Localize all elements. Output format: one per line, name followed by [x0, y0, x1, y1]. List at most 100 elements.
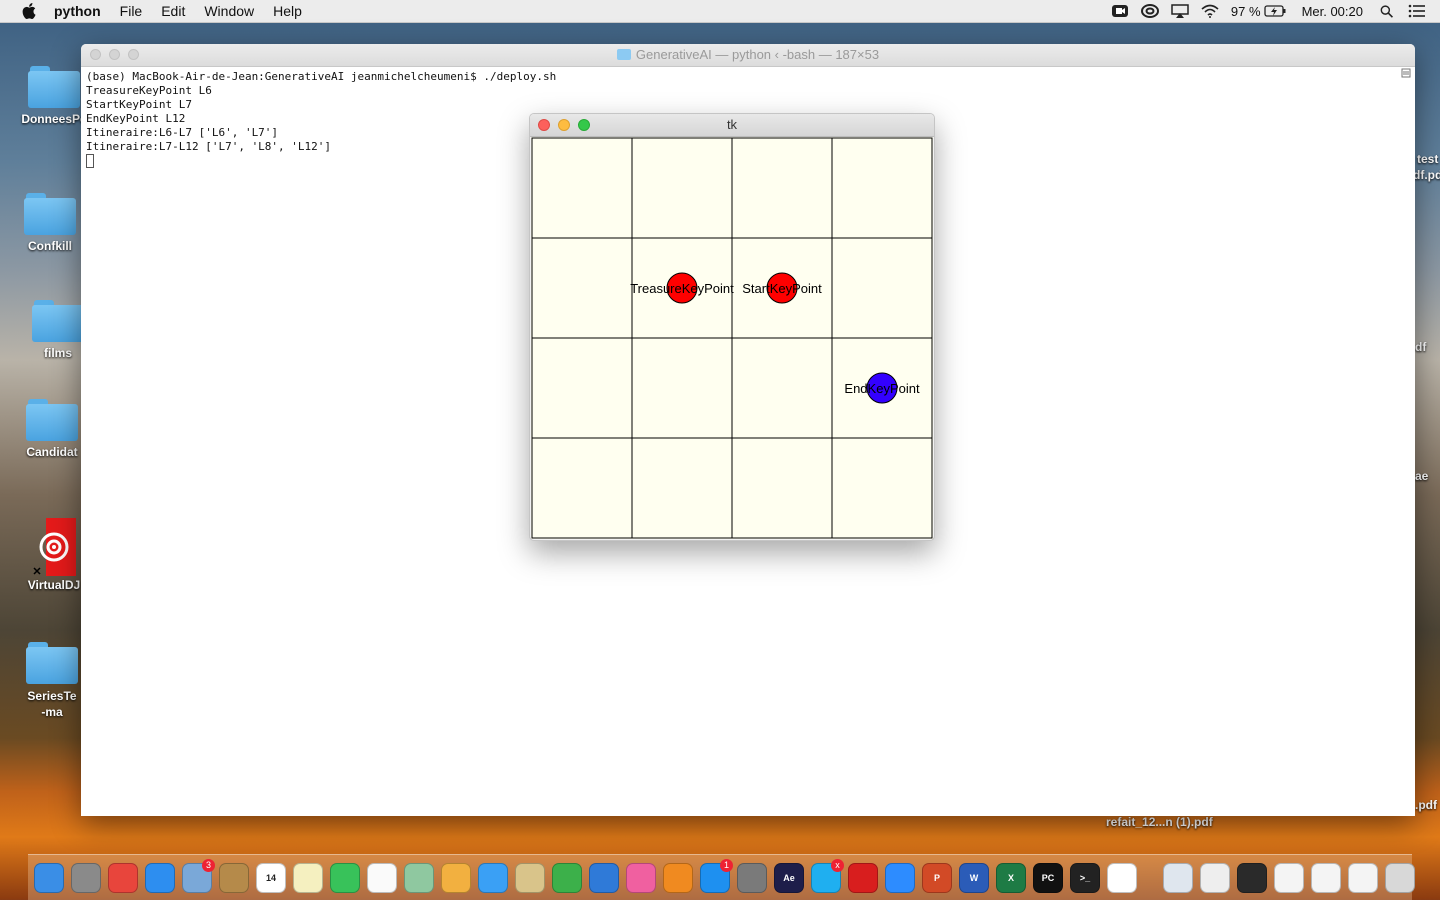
- dock-icon-glyph: X: [1007, 872, 1014, 883]
- desktop-folder-confkill[interactable]: Confkill: [10, 193, 90, 253]
- desktop-file-label[interactable]: refait_12...n (1).pdf: [1106, 815, 1213, 829]
- virtualdj-icon: [33, 518, 76, 576]
- preview-icon[interactable]: 3: [182, 858, 215, 893]
- zoom-button[interactable]: [128, 49, 139, 60]
- keypoint-label: StartKeyPoint: [742, 281, 822, 296]
- menu-bar: python File Edit Window Help 97 % Mer. 0…: [0, 0, 1440, 23]
- stickies-icon[interactable]: [293, 862, 323, 893]
- desktop-icon-label-line2: -ma: [41, 705, 63, 719]
- excel-icon[interactable]: X: [996, 862, 1026, 893]
- desktop-icon-label: VirtualDJ: [27, 578, 81, 592]
- folder-icon: [28, 66, 80, 108]
- chrome-icon[interactable]: [108, 862, 138, 893]
- zoom-icon[interactable]: [885, 862, 915, 893]
- menu-edit[interactable]: Edit: [161, 0, 185, 22]
- finder-icon[interactable]: [34, 862, 64, 893]
- window-thumb-1-icon[interactable]: [1163, 862, 1193, 893]
- terminal-cursor: [86, 154, 94, 168]
- keynote-icon[interactable]: [589, 862, 619, 893]
- menu-window[interactable]: Window: [204, 0, 254, 22]
- terminal-icon[interactable]: >_: [1070, 862, 1100, 893]
- app-menu-python[interactable]: python: [54, 0, 101, 22]
- desktop-folder-serieste[interactable]: SeriesTe -ma: [12, 642, 92, 720]
- notification-badge: 1: [720, 858, 733, 872]
- desktop-icon-label: films: [43, 346, 72, 360]
- folder-icon: [26, 642, 78, 684]
- safari-icon[interactable]: [145, 862, 175, 893]
- desktop-icon-label: Candidat: [26, 445, 78, 459]
- airplay-icon[interactable]: [1171, 4, 1189, 18]
- books-icon[interactable]: [663, 862, 693, 893]
- window-controls: [90, 49, 147, 60]
- dock: 3 14 1 Ae x P W X PC >_: [28, 854, 1415, 900]
- window-thumb-6-icon[interactable]: [1348, 862, 1378, 893]
- zoom-button[interactable]: [578, 119, 590, 131]
- acrobat-icon[interactable]: [848, 862, 878, 893]
- menu-help[interactable]: Help: [273, 0, 302, 22]
- document-icon[interactable]: [1107, 862, 1137, 893]
- itunes-icon[interactable]: [626, 862, 656, 893]
- powerpoint-icon[interactable]: P: [922, 862, 952, 893]
- messages-icon[interactable]: [478, 862, 508, 893]
- grid-canvas[interactable]: TreasureKeyPoint StartKeyPoint EndKeyPoint: [531, 137, 933, 539]
- desktop-label-fragment[interactable]: test: [1417, 152, 1438, 166]
- word-icon[interactable]: W: [959, 862, 989, 893]
- apple-menu-icon[interactable]: [22, 3, 36, 19]
- video-recorder-icon[interactable]: [1111, 4, 1129, 18]
- maps-icon[interactable]: [404, 862, 434, 893]
- battery-percentage[interactable]: 97 %: [1231, 4, 1261, 19]
- close-button[interactable]: [538, 119, 550, 131]
- battery-charging-icon[interactable]: [1263, 4, 1286, 18]
- close-button[interactable]: [90, 49, 101, 60]
- window-thumb-2-icon[interactable]: [1200, 862, 1230, 893]
- calendar-icon[interactable]: 14: [256, 862, 286, 893]
- keypoint-label: EndKeyPoint: [844, 381, 920, 396]
- spotlight-search-icon[interactable]: [1380, 4, 1396, 18]
- window-thumb-4-icon[interactable]: [1274, 862, 1304, 893]
- window-thumb-3-icon[interactable]: [1237, 862, 1267, 893]
- numbers-icon[interactable]: [552, 862, 582, 893]
- terminal-titlebar[interactable]: GenerativeAI — python ‹ -bash — 187×53: [81, 44, 1415, 67]
- aftereffects-icon[interactable]: Ae: [774, 862, 804, 893]
- appstore-icon[interactable]: 1: [700, 858, 733, 893]
- reminders-icon[interactable]: [367, 862, 397, 893]
- facetime-icon[interactable]: [330, 862, 360, 893]
- creative-cloud-icon[interactable]: [1140, 4, 1159, 18]
- skype-icon[interactable]: x: [811, 858, 844, 893]
- pycharm-icon[interactable]: PC: [1033, 862, 1063, 893]
- desktop-folder-candidat[interactable]: Candidat: [12, 399, 92, 459]
- desktop-label-fragment[interactable]: df.pd: [1413, 168, 1440, 182]
- desktop-label-fragment[interactable]: ae: [1415, 469, 1428, 483]
- wifi-icon[interactable]: [1201, 4, 1219, 18]
- dock-icon-glyph: Ae: [783, 872, 795, 883]
- dock-icon-glyph: 14: [265, 872, 276, 883]
- minimize-button[interactable]: [558, 119, 570, 131]
- dock-icon-glyph: P: [933, 872, 940, 883]
- folder-icon: [616, 49, 631, 60]
- trash-icon[interactable]: [1385, 862, 1415, 893]
- window-controls: [538, 119, 598, 131]
- status-menus: 97 % Mer. 00:20: [1111, 0, 1440, 22]
- notes-brown-icon[interactable]: [219, 862, 249, 893]
- menu-clock[interactable]: Mer. 00:20: [1302, 4, 1363, 19]
- scripteditor-icon[interactable]: [515, 862, 545, 893]
- terminal-line: (base) MacBook-Air-de-Jean:GenerativeAI …: [86, 70, 557, 83]
- folder-icon: [32, 300, 84, 342]
- desktop-label-fragment[interactable]: .pdf: [1415, 798, 1437, 812]
- tk-window[interactable]: tk TreasureKeyPoint StartKeyPoint EndKeyPo…: [529, 113, 935, 541]
- photos-icon[interactable]: [441, 862, 471, 893]
- tk-titlebar[interactable]: tk: [530, 114, 934, 137]
- desktop-label-fragment[interactable]: df: [1415, 340, 1426, 354]
- scroll-indicator-icon[interactable]: [1401, 68, 1411, 78]
- systemprefs-icon[interactable]: [737, 862, 767, 893]
- minimize-button[interactable]: [109, 49, 120, 60]
- dock-icon-glyph: >_: [1079, 872, 1091, 883]
- menu-file[interactable]: File: [120, 0, 143, 22]
- desktop-icon-label: SeriesTe: [27, 689, 77, 703]
- window-thumb-5-icon[interactable]: [1311, 862, 1341, 893]
- notification-center-icon[interactable]: [1408, 4, 1426, 18]
- terminal-line: StartKeyPoint L7: [86, 98, 192, 111]
- notification-badge: x: [831, 858, 844, 872]
- launchpad-icon[interactable]: [71, 862, 101, 893]
- folder-icon: [24, 193, 76, 235]
